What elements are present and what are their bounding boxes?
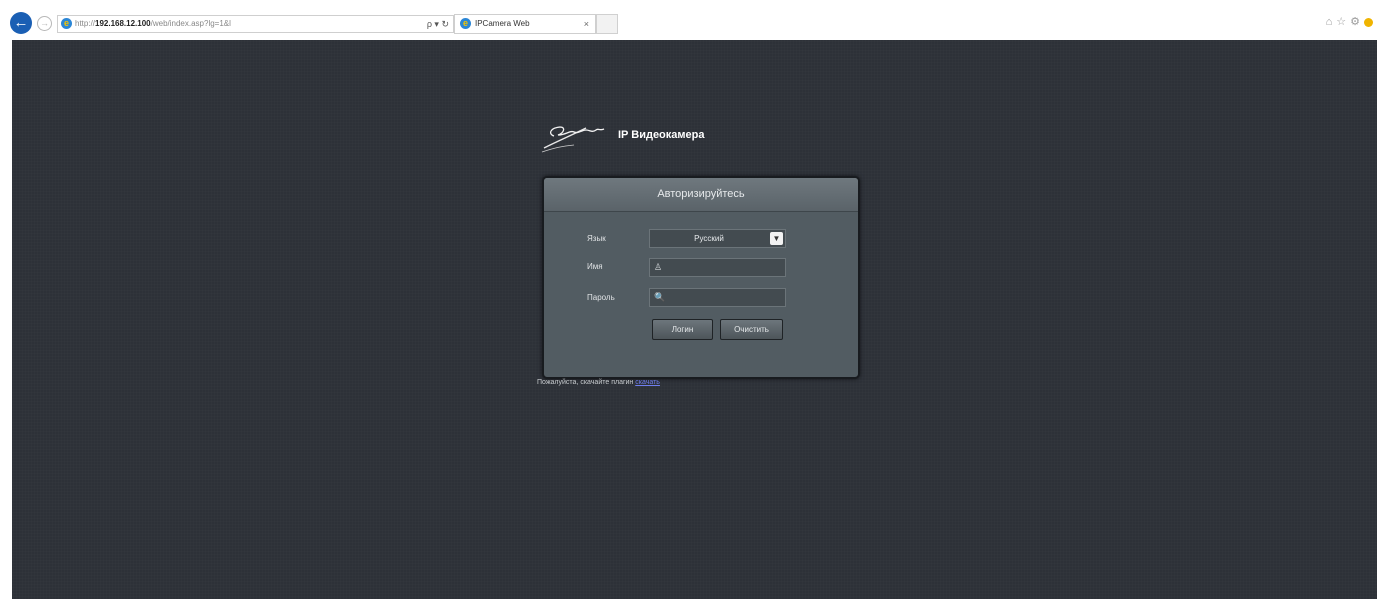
login-button[interactable]: Логин	[652, 319, 713, 340]
language-label: Язык	[587, 234, 606, 243]
home-icon[interactable]: ⌂	[1326, 15, 1333, 29]
address-prefix: http://	[75, 19, 96, 28]
tab-title: IPCamera Web	[475, 19, 530, 28]
tab-close-icon[interactable]: ×	[584, 17, 589, 31]
password-input[interactable]: 🔍	[649, 288, 786, 307]
favorites-star-icon[interactable]: ☆	[1336, 15, 1346, 29]
ie-globe-icon: e	[61, 18, 72, 29]
camera-web-page: IP Видеокамера Авторизируйтесь Язык Русс…	[12, 40, 1377, 599]
username-input[interactable]: ♙	[649, 258, 786, 277]
plugin-download-link[interactable]: скачать	[635, 379, 660, 386]
back-arrow-icon[interactable]: ←	[10, 12, 32, 34]
tab-ipcamera-web[interactable]: e IPCamera Web ×	[454, 14, 596, 34]
plugin-download-note: Пожалуйста, скачайте плагин скачать	[537, 379, 660, 386]
address-host: 192.168.12.100	[95, 19, 151, 28]
user-icon: ♙	[654, 262, 663, 272]
address-bar[interactable]: e http://192.168.12.100/web/index.asp?lg…	[57, 15, 454, 33]
ie-tab-icon: e	[460, 18, 471, 29]
address-url[interactable]: http://192.168.12.100/web/index.asp?lg=1…	[75, 17, 231, 31]
search-refresh-controls[interactable]: ρ ▾ ↻	[427, 17, 449, 31]
forward-arrow-icon[interactable]: →	[37, 16, 52, 31]
brand-logo	[541, 126, 605, 153]
settings-gear-icon[interactable]: ⚙	[1350, 15, 1360, 29]
brand-product-name: IP Видеокамера	[618, 129, 705, 141]
address-path: /web/index.asp?lg=1&l	[150, 19, 231, 28]
browser-toolbar: ⌂ ☆ ⚙	[1326, 15, 1373, 29]
smiley-feedback-icon[interactable]	[1364, 17, 1373, 27]
plugin-note-text: Пожалуйста, скачайте плагин	[537, 379, 636, 386]
login-panel: Авторизируйтесь Язык Русский ▼ Имя ♙ Пар…	[542, 176, 860, 379]
language-value: Русский	[694, 234, 724, 243]
login-title: Авторизируйтесь	[544, 178, 858, 212]
clear-button[interactable]: Очистить	[720, 319, 783, 340]
dropdown-arrow-icon[interactable]: ▼	[770, 232, 783, 245]
language-select[interactable]: Русский ▼	[649, 229, 786, 248]
key-icon: 🔍	[654, 292, 666, 302]
browser-chrome: ← → e http://192.168.12.100/web/index.as…	[0, 0, 1377, 40]
password-label: Пароль	[587, 293, 615, 302]
new-tab-button[interactable]	[596, 14, 618, 34]
username-label: Имя	[587, 262, 603, 271]
